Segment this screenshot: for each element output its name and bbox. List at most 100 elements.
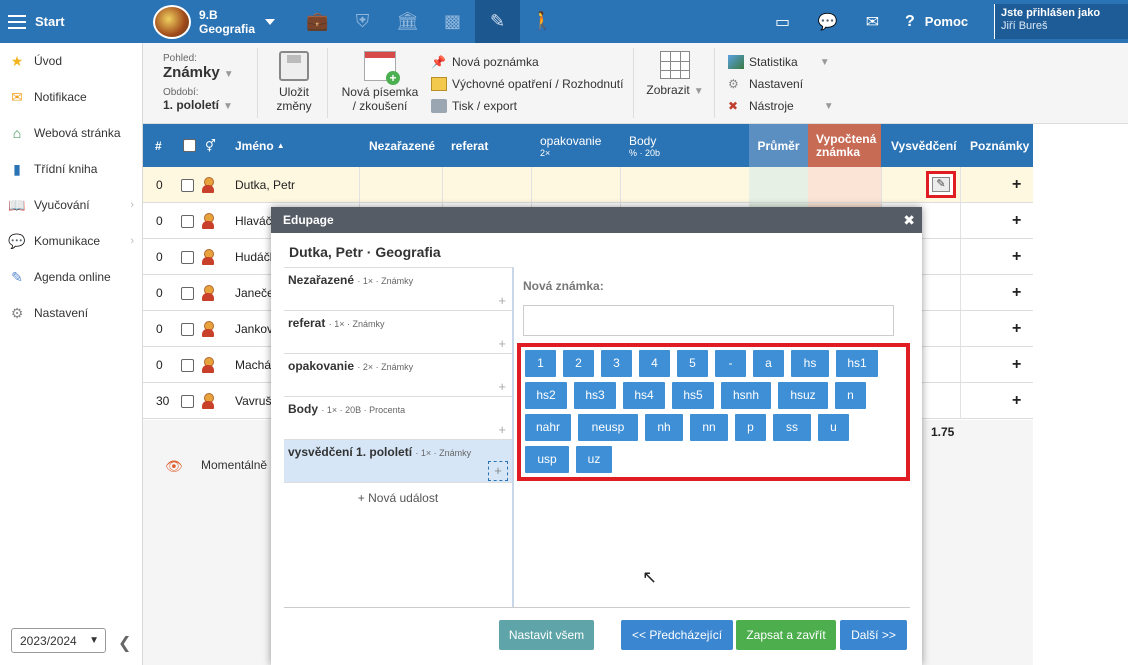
row-checkbox[interactable]	[181, 178, 194, 192]
new-note-button[interactable]: 📌 Nová poznámka	[431, 51, 623, 73]
sidebar-item-agenda-online[interactable]: ✎ Agenda online	[0, 259, 142, 295]
grade-button[interactable]: p	[735, 414, 766, 441]
grade-button[interactable]: 3	[601, 350, 632, 377]
row-checkbox[interactable]	[181, 322, 194, 336]
grade-button[interactable]: 5	[677, 350, 708, 377]
grade-button[interactable]: 2	[563, 350, 594, 377]
shield-icon[interactable]: ⛨	[340, 0, 385, 43]
col-vypoctena-znamka[interactable]: Vypočtená známka	[808, 124, 881, 167]
new-grade-input[interactable]	[523, 305, 894, 336]
cast-icon[interactable]: ▭	[760, 12, 805, 32]
grade-button[interactable]: hs3	[574, 382, 616, 409]
cell-nezarazene[interactable]	[359, 167, 442, 202]
event-item-opakovanie[interactable]: opakovanie · 2× · Známky +	[284, 354, 512, 397]
cell-body[interactable]	[620, 167, 749, 202]
grade-button[interactable]: 4	[639, 350, 670, 377]
event-item-body[interactable]: Body · 1× · 20B · Procenta +	[284, 397, 512, 440]
period-selector[interactable]: 1. pololetí ▼	[163, 98, 234, 112]
sidebar-item-nastaveni[interactable]: ⚙ Nastavení	[0, 295, 142, 331]
grade-button[interactable]: u	[818, 414, 849, 441]
add-note-button[interactable]: +	[1012, 167, 1021, 203]
grade-button[interactable]: hs4	[623, 382, 665, 409]
col-nezarazene[interactable]: Nezařazené	[363, 124, 435, 167]
select-all-checkbox[interactable]	[183, 139, 196, 152]
chat-icon[interactable]: 💬	[805, 12, 850, 32]
grade-button[interactable]: hs	[791, 350, 829, 377]
close-icon[interactable]: ✖	[903, 212, 915, 229]
help-button[interactable]: ? Pomoc	[905, 13, 968, 31]
sidebar-item-tridni-kniha[interactable]: ▮ Třídní kniha	[0, 151, 142, 187]
grade-button[interactable]: hsnh	[721, 382, 771, 409]
event-item-nezarazene[interactable]: Nezařazené · 1× · Známky +	[284, 268, 512, 311]
class-selector[interactable]: 9.B Geografia	[153, 3, 276, 40]
col-name[interactable]: Jméno ▲	[229, 124, 285, 167]
row-checkbox-cell[interactable]	[181, 275, 194, 311]
grades-icon[interactable]: ✎	[475, 0, 520, 43]
row-checkbox-cell[interactable]	[181, 347, 194, 383]
walking-person-icon[interactable]: 🚶	[520, 0, 565, 43]
sidebar-item-notifikace[interactable]: ✉ Notifikace	[0, 79, 142, 115]
grade-button[interactable]: hs2	[525, 382, 567, 409]
grade-button[interactable]: neusp	[578, 414, 638, 441]
col-body[interactable]: Body% · 20b	[623, 124, 660, 167]
col-poznamky[interactable]: Poznámky	[964, 124, 1029, 167]
add-note-button[interactable]: +	[1012, 275, 1021, 311]
row-checkbox[interactable]	[181, 286, 194, 300]
event-item-referat[interactable]: referat · 1× · Známky +	[284, 311, 512, 354]
disciplinary-measure-button[interactable]: Výchovné opatření / Rozhodnutí	[431, 73, 623, 95]
edit-grade-button[interactable]: ✎	[926, 171, 956, 198]
student-name[interactable]: Jankov	[235, 311, 273, 347]
row-checkbox[interactable]	[181, 394, 194, 408]
grade-button[interactable]: nn	[690, 414, 728, 441]
cell-opakovanie[interactable]	[531, 167, 620, 202]
row-checkbox-cell[interactable]	[181, 239, 194, 275]
add-icon[interactable]: +	[498, 293, 506, 308]
event-item-vysvedceni[interactable]: vysvědčení 1. pololetí · 1× · Známky +	[284, 440, 512, 483]
row-checkbox[interactable]	[181, 214, 194, 228]
student-name[interactable]: Dutka, Petr	[235, 167, 295, 203]
sidebar-item-vyucovani[interactable]: 📖 Vyučování ›	[0, 187, 142, 223]
add-note-button[interactable]: +	[1012, 347, 1021, 383]
grade-button[interactable]: nh	[645, 414, 683, 441]
cell-referat[interactable]	[442, 167, 531, 202]
grade-button[interactable]: -	[715, 350, 746, 377]
user-box[interactable]: Jste přihlášen jako Jiří Bureš	[994, 4, 1128, 39]
grade-button[interactable]: hs1	[836, 350, 878, 377]
sidebar-item-uvod[interactable]: ★ Úvod	[0, 43, 142, 79]
new-event-button[interactable]: + Nová událost	[284, 491, 512, 505]
settings-button[interactable]: ⚙ Nastavení	[728, 73, 834, 95]
previous-button[interactable]: << Předcházející	[621, 620, 733, 650]
row-checkbox-cell[interactable]	[181, 203, 194, 239]
add-icon[interactable]: +	[498, 379, 506, 394]
grade-button[interactable]: uz	[576, 446, 612, 473]
cell-vysvedceni[interactable]: ✎	[881, 167, 961, 202]
save-changes-button[interactable]: Uložit změny	[271, 51, 317, 113]
student-name[interactable]: Hudáčl	[235, 239, 272, 275]
sidebar-item-webova-stranka[interactable]: ⌂ Webová stránka	[0, 115, 142, 151]
grade-button[interactable]: 1	[525, 350, 556, 377]
student-name[interactable]: Hlaváč	[235, 203, 272, 239]
show-button[interactable]: Zobrazit ▼	[643, 51, 707, 99]
grade-button[interactable]: nahr	[525, 414, 571, 441]
select-all-checkbox-cell[interactable]	[177, 124, 196, 167]
sidebar-item-komunikace[interactable]: 💬 Komunikace ›	[0, 223, 142, 259]
col-referat[interactable]: referat	[445, 124, 488, 167]
grade-button[interactable]: usp	[525, 446, 569, 473]
grade-button[interactable]: hsuz	[778, 382, 828, 409]
col-vysvedceni[interactable]: Vysvědčení	[885, 124, 957, 167]
student-name[interactable]: Vavruš	[235, 383, 271, 419]
add-note-button[interactable]: +	[1012, 383, 1021, 419]
student-name[interactable]: Janeče	[235, 275, 274, 311]
row-checkbox[interactable]	[181, 250, 194, 264]
view-selector[interactable]: Známky ▼	[163, 64, 234, 81]
add-icon[interactable]: +	[498, 336, 506, 351]
col-prumer[interactable]: Průměr	[749, 124, 808, 167]
col-opakovanie[interactable]: opakovanie 2×	[534, 124, 601, 167]
student-name[interactable]: Machá	[235, 347, 271, 383]
bar-chart-icon[interactable]: ▩	[430, 0, 475, 43]
add-icon[interactable]: +	[498, 422, 506, 437]
row-checkbox[interactable]	[181, 358, 194, 372]
add-note-button[interactable]: +	[1012, 239, 1021, 275]
grade-button[interactable]: hs5	[672, 382, 714, 409]
add-icon[interactable]: +	[488, 461, 508, 481]
